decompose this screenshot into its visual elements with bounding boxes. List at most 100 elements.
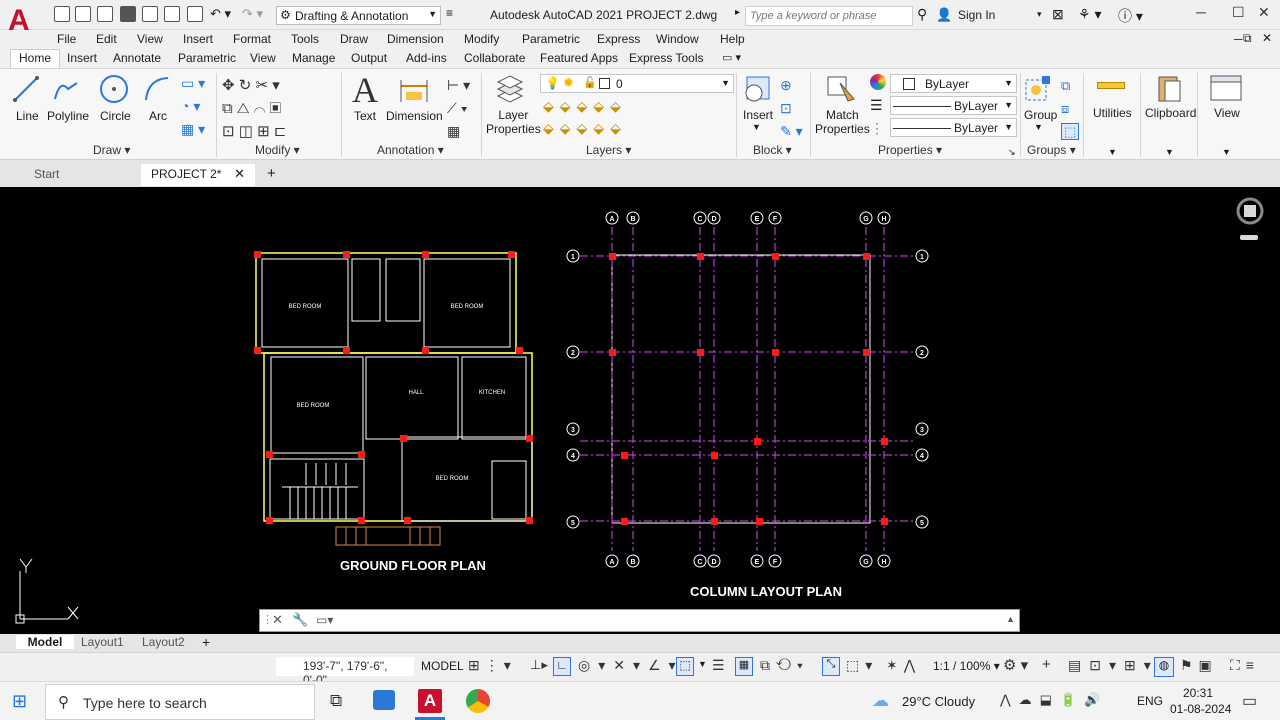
- tab-view[interactable]: View: [250, 51, 276, 65]
- tab-project[interactable]: PROJECT 2* ✕: [141, 164, 255, 186]
- doc-close-icon[interactable]: ✕: [1262, 31, 1272, 45]
- lineweight-tools[interactable]: ☰: [712, 657, 731, 674]
- add-icon[interactable]: +: [1042, 656, 1051, 673]
- match-properties-button[interactable]: Match Properties: [815, 108, 870, 136]
- lineweight-select[interactable]: ByLayer ▼: [890, 96, 1017, 115]
- insert-block-icon[interactable]: [741, 73, 773, 105]
- tab-layout2[interactable]: Layout2: [142, 635, 185, 649]
- file-explorer-icon[interactable]: [373, 690, 395, 710]
- linetype-select[interactable]: ByLayer ▼: [890, 118, 1017, 137]
- properties-panel-title[interactable]: Properties ▾: [878, 143, 942, 157]
- hardware-acceleration-icon[interactable]: ⚑▣: [1180, 657, 1218, 674]
- layer-tools-row-2[interactable]: ⬙⬙⬙⬙⬙: [543, 120, 627, 137]
- groups-panel-title[interactable]: Groups ▾: [1027, 143, 1076, 157]
- hatch-icon[interactable]: ◔ ▾: [181, 98, 200, 115]
- measure-icon[interactable]: [1097, 82, 1125, 89]
- polyline-button[interactable]: Polyline: [47, 109, 89, 123]
- drawing-canvas[interactable]: BED ROOM BED ROOM HALL KITCHEN BED ROOM …: [6, 187, 1274, 634]
- annotation-scale-tools[interactable]: ✶⋀: [886, 657, 921, 674]
- new-file-icon[interactable]: [54, 6, 70, 22]
- menu-format[interactable]: Format: [233, 32, 271, 46]
- arc-icon[interactable]: [143, 75, 171, 103]
- drafting-tools[interactable]: ⊞⋮▾: [468, 657, 516, 674]
- tab-parametric[interactable]: Parametric: [178, 51, 236, 65]
- gradient-icon[interactable]: ▦ ▾: [181, 121, 205, 138]
- menu-dimension[interactable]: Dimension: [387, 32, 444, 46]
- infer-constraints-icon[interactable]: ⊥▸: [530, 657, 548, 673]
- menu-help[interactable]: Help: [720, 32, 745, 46]
- clipboard-icon[interactable]: [1155, 73, 1183, 103]
- tab-express-tools[interactable]: Express Tools: [629, 51, 703, 65]
- menu-parametric[interactable]: Parametric: [522, 32, 580, 46]
- view-icon[interactable]: [1210, 75, 1242, 101]
- autocad-taskbar-icon[interactable]: A: [418, 689, 442, 713]
- circle-icon[interactable]: [99, 74, 129, 104]
- workspace-select[interactable]: ⚙ Drafting & Annotation ▼: [276, 6, 441, 25]
- modify-panel-title[interactable]: Modify ▾: [255, 143, 300, 157]
- search-input[interactable]: Type a keyword or phrase: [745, 6, 913, 26]
- leader-table-tools[interactable]: ⊢ ▾ ⟋ ▾ ▦: [447, 74, 470, 143]
- tab-annotate[interactable]: Annotate: [113, 51, 161, 65]
- a360-icon[interactable]: ⚘ ▾: [1078, 6, 1101, 23]
- sign-in-button[interactable]: Sign In: [958, 8, 995, 22]
- block-panel-title[interactable]: Block ▾: [753, 143, 792, 157]
- insert-button[interactable]: Insert: [743, 108, 773, 122]
- annotation-scale[interactable]: 1:1 / 100% ▾: [933, 659, 1000, 673]
- add-layout-icon[interactable]: +: [202, 634, 210, 650]
- menu-insert[interactable]: Insert: [183, 32, 213, 46]
- search-icon[interactable]: ⚲: [917, 6, 927, 23]
- circle-button[interactable]: Circle: [100, 109, 131, 123]
- modify-tools-grid[interactable]: ✥ ↻ ✂ ▾ ⧉ △ ⌒ ▣ ⊡ ◫ ⊞ ⊏: [222, 74, 334, 143]
- group-dropdown-icon[interactable]: ▼: [1034, 122, 1043, 132]
- notifications-icon[interactable]: ▭: [1242, 691, 1257, 711]
- menu-window[interactable]: Window: [656, 32, 699, 46]
- insert-dropdown-icon[interactable]: ▼: [752, 122, 761, 132]
- command-prompt-icon[interactable]: ▭▾: [316, 613, 333, 627]
- selection-tools[interactable]: ⧉⟲▾: [760, 657, 809, 674]
- polyline-icon[interactable]: [52, 75, 80, 103]
- chrome-icon[interactable]: [466, 689, 490, 713]
- print-icon[interactable]: [164, 6, 180, 22]
- wrench-icon[interactable]: 🔧: [292, 612, 308, 628]
- transparency-icon[interactable]: ▦: [735, 657, 753, 676]
- tab-output[interactable]: Output: [351, 51, 387, 65]
- clean-screen-icon[interactable]: ⛶≡: [1230, 657, 1260, 674]
- weather-text[interactable]: 29°C Cloudy: [902, 694, 975, 709]
- clock-date[interactable]: 01-08-2024: [1170, 702, 1231, 716]
- layer-properties-icon[interactable]: [494, 74, 526, 106]
- layer-properties-button[interactable]: Layer Properties: [486, 108, 541, 136]
- weather-cloud-icon[interactable]: ☁: [872, 691, 889, 711]
- tab-home[interactable]: Home: [10, 49, 61, 68]
- menu-modify[interactable]: Modify: [464, 32, 499, 46]
- group-button[interactable]: Group: [1024, 108, 1057, 122]
- block-tools[interactable]: ⊕ ⊡ ✎ ▾: [780, 74, 803, 143]
- annotation-panel-title[interactable]: Annotation ▾: [377, 143, 444, 157]
- expand-search-icon[interactable]: ▸: [735, 7, 740, 18]
- dimension-button[interactable]: Dimension: [386, 109, 443, 123]
- view-button[interactable]: View: [1214, 106, 1240, 120]
- plot-icon[interactable]: [187, 6, 203, 22]
- gear-icon[interactable]: ⚙ ▾: [1003, 656, 1028, 674]
- doc-minimize-icon[interactable]: ─: [1234, 32, 1243, 46]
- object-snap-icon[interactable]: ⬚: [676, 657, 694, 676]
- clock-time[interactable]: 20:31: [1183, 686, 1213, 700]
- task-view-icon[interactable]: ⧉: [330, 691, 342, 711]
- clipboard-dropdown-icon[interactable]: ▼: [1165, 147, 1174, 157]
- tab-start[interactable]: Start: [24, 164, 140, 186]
- customize-qat-icon[interactable]: ≡: [446, 6, 453, 20]
- osnap-dropdown-icon[interactable]: ▼: [698, 659, 707, 669]
- command-line[interactable]: ⋮ ✕ 🔧 ▭▾ ▲: [259, 609, 1020, 632]
- sign-in-dropdown-icon[interactable]: ▾: [1037, 9, 1042, 20]
- properties-launcher-icon[interactable]: ↘: [1008, 147, 1016, 158]
- text-icon[interactable]: A: [352, 69, 378, 111]
- web-mobile-icon[interactable]: [142, 6, 158, 22]
- tab-collaborate[interactable]: Collaborate: [464, 51, 525, 65]
- view-dropdown-icon[interactable]: ▼: [1222, 147, 1231, 157]
- model-space-button[interactable]: MODEL: [421, 659, 464, 673]
- system-tray-icons[interactable]: ⋀☁⬓🔋🔊: [1000, 692, 1108, 708]
- layer-tools-row-1[interactable]: ⬙⬙⬙⬙⬙: [543, 98, 627, 115]
- windows-start-icon[interactable]: ⊞: [12, 691, 27, 712]
- close-icon[interactable]: ✕: [234, 166, 245, 182]
- redo-icon[interactable]: ↷ ▾: [242, 6, 263, 22]
- tab-featured-apps[interactable]: Featured Apps: [540, 51, 618, 65]
